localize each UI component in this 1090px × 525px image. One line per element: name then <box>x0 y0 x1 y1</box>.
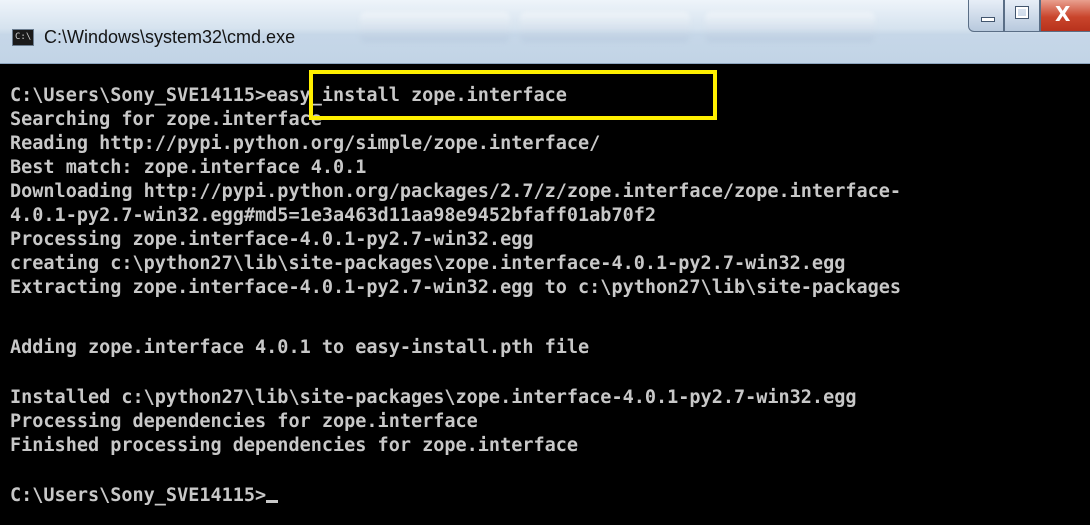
title-bar[interactable]: C:\ C:\Windows\system32\cmd.exe X <box>0 0 1090 64</box>
maximize-button[interactable] <box>1004 0 1040 32</box>
minimize-icon <box>981 17 995 22</box>
close-button[interactable]: X <box>1040 0 1090 32</box>
text-cursor <box>266 500 279 503</box>
output-line: Installed c:\python27\lib\site-packages\… <box>10 387 857 408</box>
output-line: Finished processing dependencies for zop… <box>10 435 579 456</box>
background-taskbar-blur <box>705 12 875 42</box>
final-prompt: C:\Users\Sony_SVE14115> <box>10 485 267 506</box>
output-line: Downloading http://pypi.python.org/packa… <box>10 181 902 202</box>
output-line: 4.0.1-py2.7-win32.egg#md5=1e3a463d11aa98… <box>10 205 657 226</box>
minimize-button[interactable] <box>968 0 1004 32</box>
output-line: Best match: zope.interface 4.0.1 <box>10 157 367 178</box>
output-line: Processing dependencies for zope.interfa… <box>10 411 478 432</box>
cmd-icon[interactable]: C:\ <box>12 29 34 46</box>
output-line: Extracting zope.interface-4.0.1-py2.7-wi… <box>10 277 902 298</box>
cmd-window: C:\ C:\Windows\system32\cmd.exe X C:\Use… <box>0 0 1090 525</box>
window-title: C:\Windows\system32\cmd.exe <box>44 27 296 47</box>
prompt-path: C:\Users\Sony_SVE14115 <box>10 85 256 106</box>
maximize-icon <box>1015 6 1029 19</box>
close-icon: X <box>1055 2 1071 26</box>
prompt-symbol: > <box>255 85 267 106</box>
output-line: Adding zope.interface 4.0.1 to easy-inst… <box>10 337 590 358</box>
background-taskbar-blur <box>360 12 510 42</box>
cmd-icon-glyph: C:\ <box>15 32 32 42</box>
output-line: Reading http://pypi.python.org/simple/zo… <box>10 133 601 154</box>
console-output[interactable]: C:\Users\Sony_SVE14115>easy_install zope… <box>0 64 1090 525</box>
output-line: Searching for zope.interface <box>10 109 322 130</box>
output-line: creating c:\python27\lib\site-packages\z… <box>10 253 846 274</box>
command-highlight-box <box>309 70 717 120</box>
background-taskbar-blur <box>520 12 690 42</box>
output-line: Processing zope.interface-4.0.1-py2.7-wi… <box>10 229 534 250</box>
final-prompt-line[interactable]: C:\Users\Sony_SVE14115> <box>10 484 279 508</box>
